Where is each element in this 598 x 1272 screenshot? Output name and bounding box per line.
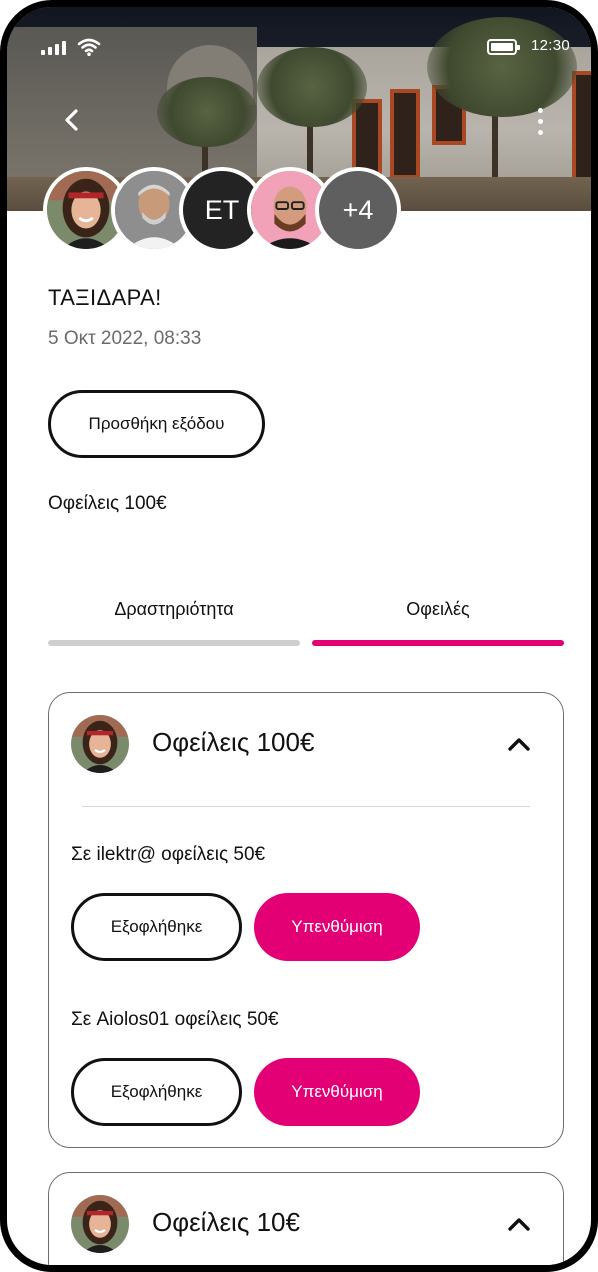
status-time: 12:30 bbox=[531, 37, 571, 54]
avatar bbox=[71, 715, 129, 773]
mark-settled-button[interactable]: Εξοφλήθηκε bbox=[71, 1058, 242, 1126]
back-button[interactable] bbox=[55, 103, 89, 137]
tab-debts-label: Οφειλές bbox=[406, 599, 470, 619]
more-participants-badge[interactable]: +4 bbox=[315, 167, 401, 253]
tab-activity-indicator bbox=[48, 640, 300, 646]
debt-summary: Οφείλεις 100€ bbox=[48, 493, 167, 514]
chevron-up-icon bbox=[508, 1218, 530, 1231]
debt-item-text: Σε Aiolos01 οφείλεις 50€ bbox=[71, 1009, 279, 1030]
send-reminder-label: Υπενθύμιση bbox=[291, 1082, 383, 1101]
debt-card: Οφείλεις 100€ Σε ilektr@ οφείλεις 50€ Εξ… bbox=[48, 692, 564, 1148]
debt-card-title: Οφείλεις 10€ bbox=[152, 1207, 300, 1237]
chevron-up-icon bbox=[508, 738, 530, 751]
status-bar: 12:30 bbox=[7, 35, 591, 59]
user-photo bbox=[71, 715, 129, 773]
collapse-button[interactable] bbox=[503, 1208, 535, 1240]
more-vertical-icon bbox=[537, 107, 543, 113]
user-photo bbox=[71, 1195, 129, 1253]
send-reminder-button[interactable]: Υπενθύμιση bbox=[254, 1058, 420, 1126]
divider bbox=[82, 806, 530, 807]
tab-debts[interactable]: Οφειλές bbox=[312, 599, 564, 620]
send-reminder-button[interactable]: Υπενθύμιση bbox=[254, 893, 420, 961]
debt-card-title: Οφείλεις 100€ bbox=[152, 727, 315, 757]
add-expense-label: Προσθήκη εξόδου bbox=[88, 414, 225, 433]
page-title: ΤΑΞΙΔΑΡΑ! bbox=[48, 285, 162, 310]
debt-card: Οφείλεις 10€ bbox=[48, 1172, 564, 1265]
debt-item-text: Σε ilektr@ οφείλεις 50€ bbox=[71, 844, 266, 865]
mark-settled-label: Εξοφλήθηκε bbox=[110, 917, 203, 936]
cellular-signal-icon bbox=[41, 41, 66, 55]
tab-activity-label: Δραστηριότητα bbox=[114, 599, 234, 619]
mark-settled-label: Εξοφλήθηκε bbox=[110, 1082, 203, 1101]
add-expense-button[interactable]: Προσθήκη εξόδου bbox=[48, 390, 265, 458]
avatar bbox=[71, 1195, 129, 1253]
chevron-left-icon bbox=[65, 109, 78, 131]
mark-settled-button[interactable]: Εξοφλήθηκε bbox=[71, 893, 242, 961]
collapse-button[interactable] bbox=[503, 728, 535, 760]
phone-frame: 12:30 ET +4 ΤΑΞΙΔΑΡΑ! 5 Οκτ 2022, 08:33 … bbox=[0, 0, 598, 1272]
more-participants-count: +4 bbox=[342, 194, 374, 225]
battery-icon bbox=[487, 39, 520, 55]
tab-activity[interactable]: Δραστηριότητα bbox=[48, 599, 300, 620]
avatar-initials-text: ET bbox=[204, 194, 240, 225]
wifi-icon bbox=[77, 38, 101, 56]
tab-debts-indicator bbox=[312, 640, 564, 646]
group-date: 5 Οκτ 2022, 08:33 bbox=[48, 328, 202, 349]
send-reminder-label: Υπενθύμιση bbox=[291, 917, 383, 936]
more-options-button[interactable] bbox=[527, 103, 553, 139]
